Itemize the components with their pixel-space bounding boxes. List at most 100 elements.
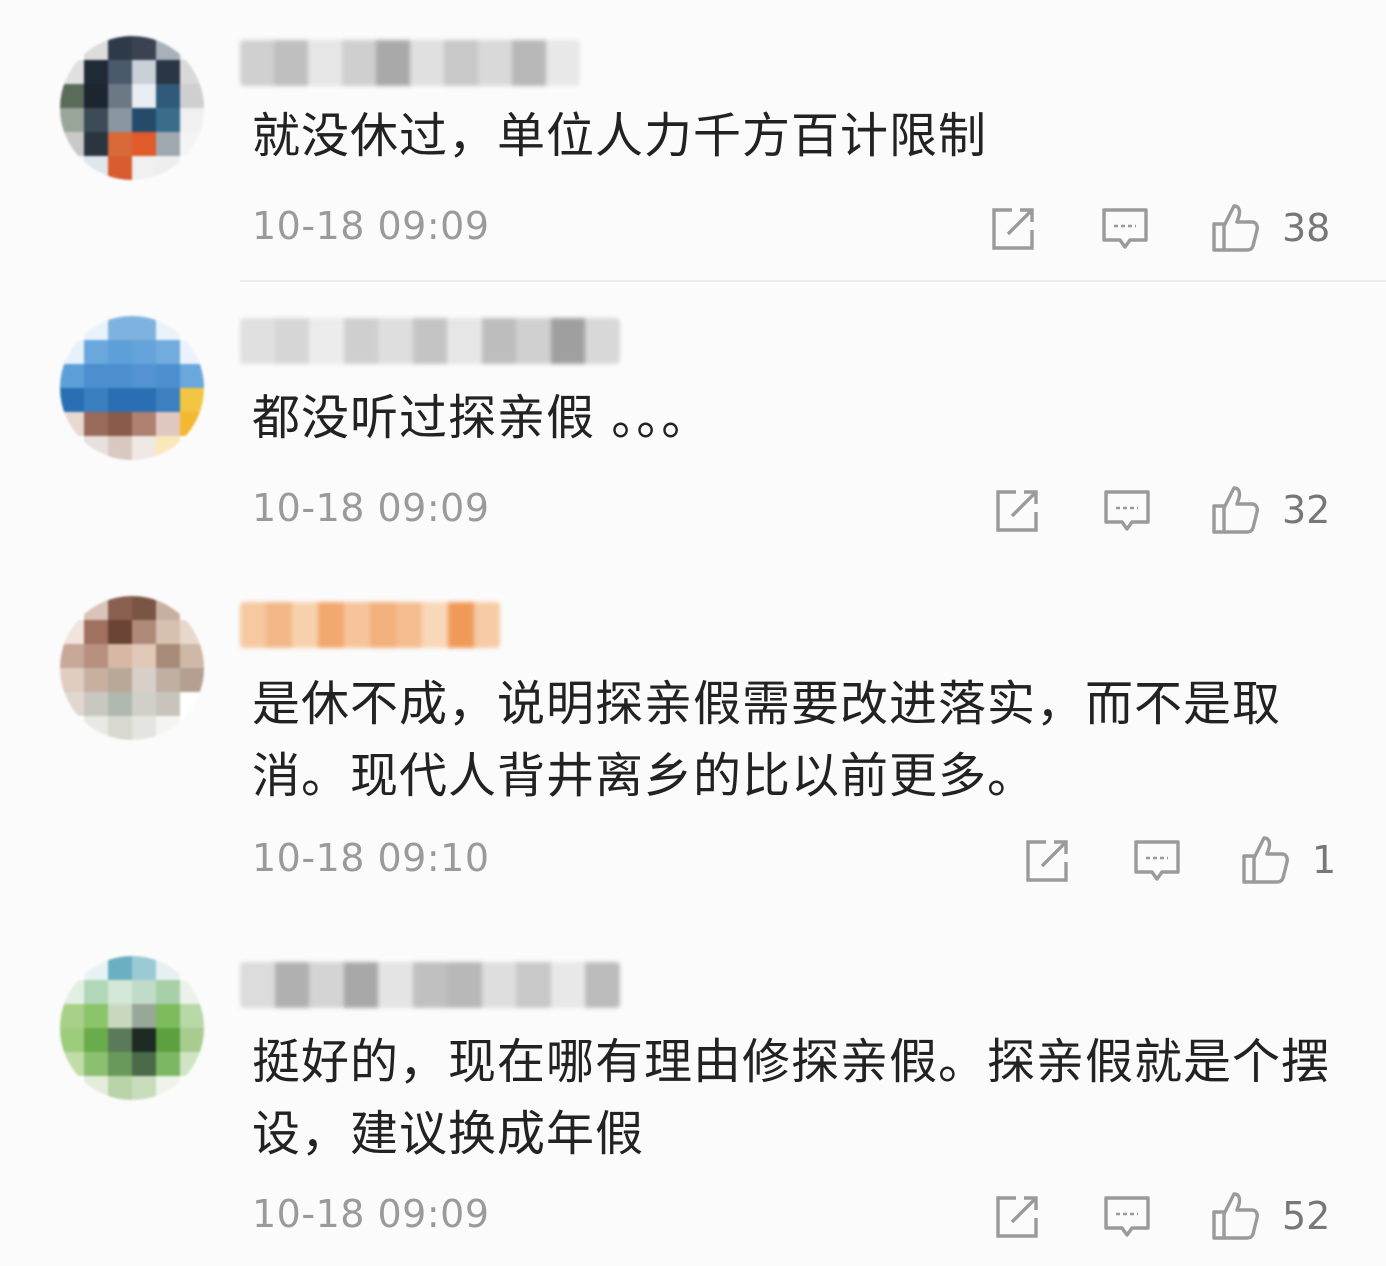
avatar-pixel bbox=[108, 340, 132, 364]
username-blurred[interactable] bbox=[240, 40, 580, 86]
avatar-pixel bbox=[60, 316, 84, 340]
comment-reply-button[interactable] bbox=[1102, 484, 1152, 536]
username-pixel bbox=[266, 602, 292, 648]
avatar-pixel bbox=[108, 620, 132, 644]
avatar-pixel bbox=[156, 1004, 180, 1028]
avatar-pixel bbox=[156, 412, 180, 436]
username-pixel bbox=[274, 962, 310, 1008]
avatar-pixel bbox=[108, 156, 132, 180]
avatar-pixel bbox=[180, 1004, 204, 1028]
username-pixel bbox=[240, 318, 275, 364]
username-pixel bbox=[550, 318, 586, 364]
avatar[interactable] bbox=[60, 316, 204, 460]
comment-reply-button[interactable] bbox=[1102, 1190, 1152, 1242]
avatar-pixel bbox=[156, 596, 180, 620]
avatar-pixel bbox=[156, 1028, 180, 1052]
avatar-pixel bbox=[132, 956, 156, 980]
avatar-pixel bbox=[60, 1076, 84, 1100]
avatar-pixel bbox=[180, 364, 204, 388]
avatar-pixel bbox=[84, 436, 108, 460]
avatar-pixel bbox=[156, 156, 180, 180]
avatar-pixel bbox=[132, 1052, 156, 1076]
avatar-pixel bbox=[132, 412, 156, 436]
avatar-pixel bbox=[132, 1076, 156, 1100]
avatar-pixel bbox=[60, 1028, 84, 1052]
avatar-pixel bbox=[60, 620, 84, 644]
username-blurred[interactable] bbox=[240, 602, 500, 648]
share-button[interactable] bbox=[992, 1190, 1042, 1242]
avatar[interactable] bbox=[60, 596, 204, 740]
comment-actions: 1 bbox=[0, 834, 1386, 886]
comment-text: 挺好的，现在哪有理由修探亲假。探亲假就是个摆设，建议换成年假 bbox=[252, 1034, 1331, 1162]
username-pixel bbox=[478, 40, 512, 86]
username-pixel bbox=[546, 40, 580, 86]
avatar-pixel bbox=[108, 108, 132, 132]
username-pixel bbox=[412, 962, 448, 1008]
comment-icon bbox=[1134, 840, 1180, 881]
avatar-pixel bbox=[156, 364, 180, 388]
avatar-pixel bbox=[60, 980, 84, 1004]
like-button[interactable] bbox=[1210, 202, 1260, 254]
thumbs-up-icon bbox=[1212, 486, 1259, 534]
avatar-pixel bbox=[60, 956, 84, 980]
avatar-pixel bbox=[132, 620, 156, 644]
username-pixel bbox=[448, 602, 474, 648]
avatar-pixel bbox=[156, 388, 180, 412]
share-button[interactable] bbox=[988, 202, 1038, 254]
avatar-pixel bbox=[180, 644, 204, 668]
avatar-pixel bbox=[180, 596, 204, 620]
avatar-pixel bbox=[60, 1004, 84, 1028]
share-button[interactable] bbox=[992, 484, 1042, 536]
avatar-pixel bbox=[84, 980, 108, 1004]
avatar[interactable] bbox=[60, 956, 204, 1100]
avatar-pixel bbox=[132, 644, 156, 668]
avatar-pixel bbox=[60, 436, 84, 460]
username-pixel bbox=[378, 962, 413, 1008]
avatar-pixel bbox=[108, 60, 132, 84]
avatar-pixel bbox=[84, 1004, 108, 1028]
username-pixel bbox=[240, 962, 275, 1008]
like-button[interactable] bbox=[1210, 1190, 1260, 1242]
avatar-pixel bbox=[180, 692, 204, 716]
like-button[interactable] bbox=[1240, 834, 1290, 886]
avatar-pixel bbox=[108, 980, 132, 1004]
avatar-pixel bbox=[108, 388, 132, 412]
avatar-pixel bbox=[60, 60, 84, 84]
avatar-pixel bbox=[84, 84, 108, 108]
username-pixel bbox=[376, 40, 410, 86]
comment-reply-button[interactable] bbox=[1100, 202, 1150, 254]
avatar-pixel bbox=[84, 956, 108, 980]
username-pixel bbox=[585, 962, 620, 1008]
comment-icon bbox=[1104, 1196, 1150, 1237]
thumbs-up-icon bbox=[1212, 204, 1259, 252]
comment-text: 是休不成，说明探亲假需要改进落实，而不是取消。现代人背井离乡的比以前更多。 bbox=[252, 676, 1282, 804]
avatar-pixel bbox=[156, 340, 180, 364]
avatar-pixel bbox=[108, 436, 132, 460]
avatar-pixel bbox=[180, 316, 204, 340]
like-button[interactable] bbox=[1210, 484, 1260, 536]
avatar-pixel bbox=[60, 132, 84, 156]
avatar-pixel bbox=[60, 156, 84, 180]
username-blurred[interactable] bbox=[240, 318, 620, 364]
username-pixel bbox=[309, 962, 344, 1008]
avatar-pixel bbox=[60, 364, 84, 388]
avatar-pixel bbox=[108, 1004, 132, 1028]
avatar-pixel bbox=[60, 716, 84, 740]
avatar-pixel bbox=[84, 668, 108, 692]
avatar-pixel bbox=[156, 316, 180, 340]
comment-reply-button[interactable] bbox=[1132, 834, 1182, 886]
share-icon bbox=[996, 490, 1038, 532]
username-pixel bbox=[343, 962, 379, 1008]
username-pixel bbox=[343, 318, 379, 364]
share-button[interactable] bbox=[1022, 834, 1072, 886]
avatar-pixel bbox=[108, 1052, 132, 1076]
avatar-pixel bbox=[132, 1004, 156, 1028]
avatar-pixel bbox=[132, 668, 156, 692]
avatar-pixel bbox=[132, 36, 156, 60]
username-blurred[interactable] bbox=[240, 962, 620, 1008]
avatar-pixel bbox=[108, 596, 132, 620]
comment-actions: 38 bbox=[0, 202, 1386, 254]
avatar[interactable] bbox=[60, 36, 204, 180]
username-pixel bbox=[447, 318, 482, 364]
avatar-pixel bbox=[108, 644, 132, 668]
